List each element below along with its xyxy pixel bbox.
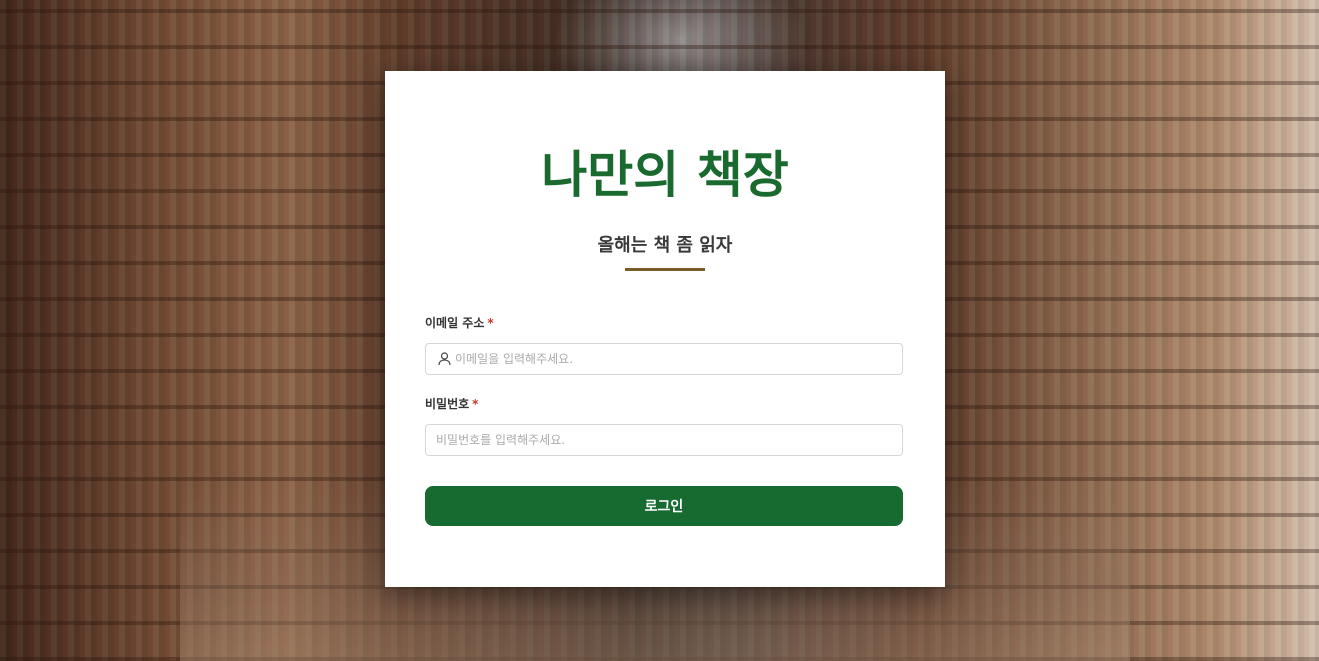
email-label-text: 이메일 주소 bbox=[425, 316, 485, 330]
email-field[interactable] bbox=[425, 343, 903, 375]
email-label: 이메일 주소 * bbox=[425, 314, 494, 331]
title-divider bbox=[625, 268, 705, 271]
password-label-text: 비밀번호 bbox=[425, 397, 470, 411]
app-subtitle: 올해는 책 좀 읽자 bbox=[597, 235, 733, 256]
login-card: 나만의 책장 올해는 책 좀 읽자 이메일 주소* 비밀번호* 로그인 bbox=[385, 71, 945, 587]
required-mark: * bbox=[487, 316, 494, 330]
login-button[interactable]: 로그인 bbox=[425, 486, 903, 526]
password-label: 비밀번호 * bbox=[425, 395, 478, 412]
password-field[interactable] bbox=[425, 424, 903, 456]
email-input[interactable] bbox=[455, 344, 902, 374]
user-icon bbox=[437, 352, 451, 366]
app-title: 나만의 책장 bbox=[541, 145, 789, 204]
required-mark: * bbox=[472, 397, 479, 411]
password-input[interactable] bbox=[436, 425, 902, 455]
